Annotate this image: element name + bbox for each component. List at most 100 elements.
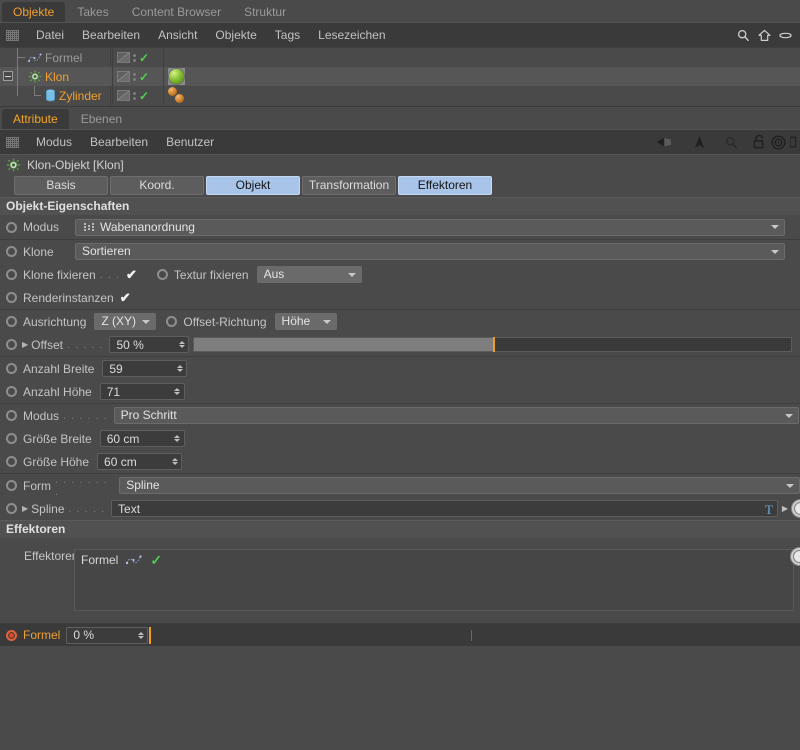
radio-klone[interactable] bbox=[6, 246, 17, 257]
spinner-anzahl-breite[interactable] bbox=[175, 365, 184, 372]
link-field-spline[interactable]: Text T bbox=[111, 500, 778, 517]
dropdown-modus-schritt[interactable]: Pro Schritt bbox=[114, 407, 799, 424]
tree-tags-klon[interactable]: ✓ bbox=[112, 67, 164, 86]
drag-grip-icon[interactable] bbox=[6, 137, 19, 148]
tree-item-zylinder[interactable]: Zylinder bbox=[0, 86, 112, 105]
menu-lesezeichen[interactable]: Lesezeichen bbox=[309, 23, 394, 47]
radio-modus-schritt[interactable] bbox=[6, 410, 17, 421]
radio-textur-fixieren[interactable] bbox=[157, 269, 168, 280]
menu-tags[interactable]: Tags bbox=[266, 23, 309, 47]
dropdown-offset-richtung[interactable]: Höhe bbox=[275, 313, 337, 330]
radio-spline[interactable] bbox=[6, 503, 17, 514]
search-icon[interactable] bbox=[722, 133, 740, 151]
radio-anzahl-hoehe[interactable] bbox=[6, 386, 17, 397]
radio-modus[interactable] bbox=[6, 222, 17, 233]
radio-form[interactable] bbox=[6, 480, 17, 491]
up-arrow-icon[interactable] bbox=[690, 133, 708, 151]
input-groesse-breite[interactable]: 60 cm bbox=[100, 430, 185, 447]
tab-ebenen[interactable]: Ebenen bbox=[70, 109, 133, 129]
checkbox-renderinstanzen[interactable]: ✔ bbox=[120, 291, 131, 304]
spinner-formel[interactable] bbox=[136, 632, 145, 639]
tree-tags-zylinder[interactable]: ✓ bbox=[112, 86, 164, 105]
tab-struktur[interactable]: Struktur bbox=[233, 2, 297, 22]
menu-modus[interactable]: Modus bbox=[27, 130, 81, 154]
material-tag-green[interactable] bbox=[168, 68, 185, 85]
spline-expand-arrow-icon[interactable]: ▶ bbox=[780, 504, 790, 513]
spinner-groesse-breite[interactable] bbox=[173, 435, 182, 442]
dropdown-form[interactable]: Spline bbox=[119, 477, 800, 494]
menu-objekte[interactable]: Objekte bbox=[206, 23, 265, 47]
dropdown-ausrichtung[interactable]: Z (XY) bbox=[94, 313, 156, 330]
radio-ausrichtung[interactable] bbox=[6, 316, 17, 327]
enable-check-icon[interactable]: ✓ bbox=[139, 90, 149, 102]
row-offset: ▶ Offset . . . . . 50 % bbox=[0, 333, 800, 356]
expand-arrow-icon[interactable]: ▶ bbox=[22, 340, 28, 349]
enable-check-icon[interactable]: ✓ bbox=[139, 71, 149, 83]
checkbox-klone-fixieren[interactable]: ✔ bbox=[126, 268, 137, 281]
radio-renderinstanzen[interactable] bbox=[6, 292, 17, 303]
label-effektoren-field: Effektoren bbox=[24, 549, 78, 563]
menu-bearbeiten[interactable]: Bearbeiten bbox=[73, 23, 149, 47]
slider-offset[interactable] bbox=[193, 337, 792, 352]
radio-offset[interactable] bbox=[6, 339, 17, 350]
radio-formel[interactable] bbox=[6, 630, 17, 641]
menu-ansicht[interactable]: Ansicht bbox=[149, 23, 206, 47]
tab-objekte[interactable]: Objekte bbox=[2, 2, 65, 22]
tree-row-zylinder[interactable]: Zylinder ✓ bbox=[0, 86, 800, 105]
dropdown-klone[interactable]: Sortieren bbox=[75, 243, 785, 260]
tree-item-formel[interactable]: Formel bbox=[0, 48, 112, 67]
input-anzahl-hoehe[interactable]: 71 bbox=[100, 383, 185, 400]
effektoren-list-item[interactable]: Formel ✓ bbox=[75, 550, 793, 570]
tree-materials-zylinder[interactable] bbox=[164, 86, 190, 105]
spinner-groesse-hoehe[interactable] bbox=[170, 458, 179, 465]
enable-check-icon[interactable]: ✓ bbox=[139, 52, 149, 64]
mode-tab-basis[interactable]: Basis bbox=[14, 176, 108, 195]
input-offset[interactable]: 50 % bbox=[109, 336, 189, 353]
slider-formel[interactable] bbox=[149, 628, 798, 643]
radio-offset-richtung[interactable] bbox=[166, 316, 177, 327]
tab-content-browser[interactable]: Content Browser bbox=[121, 2, 232, 22]
search-icon[interactable] bbox=[734, 26, 752, 44]
mode-tab-effektoren[interactable]: Effektoren bbox=[398, 176, 492, 195]
input-anzahl-breite[interactable]: 59 bbox=[102, 360, 187, 377]
target-icon[interactable] bbox=[769, 133, 787, 151]
ellipse-icon[interactable] bbox=[776, 26, 794, 44]
menu-benutzer[interactable]: Benutzer bbox=[157, 130, 223, 154]
radio-klone-fixieren[interactable] bbox=[6, 269, 17, 280]
spinner-anzahl-hoehe[interactable] bbox=[173, 388, 182, 395]
mode-tab-objekt[interactable]: Objekt bbox=[206, 176, 300, 195]
expand-arrow-icon[interactable]: ▶ bbox=[22, 504, 28, 513]
drag-grip-icon[interactable] bbox=[6, 30, 19, 41]
home-icon[interactable] bbox=[755, 26, 773, 44]
mode-tab-transformation[interactable]: Transformation bbox=[302, 176, 396, 195]
input-groesse-hoehe[interactable]: 60 cm bbox=[97, 453, 182, 470]
tree-row-klon[interactable]: Klon ✓ bbox=[0, 67, 800, 86]
tree-tags-formel[interactable]: ✓ bbox=[112, 48, 164, 67]
radio-anzahl-breite[interactable] bbox=[6, 363, 17, 374]
menu-datei[interactable]: Datei bbox=[27, 23, 73, 47]
menu-icon[interactable] bbox=[790, 133, 798, 151]
dropdown-textur-fixieren[interactable]: Aus bbox=[257, 266, 362, 283]
effektor-enabled-check-icon[interactable]: ✓ bbox=[150, 553, 162, 567]
tree-materials-klon[interactable] bbox=[164, 67, 185, 86]
lock-icon[interactable] bbox=[750, 133, 768, 151]
tree-row-formel[interactable]: Formel ✓ bbox=[0, 48, 800, 67]
tree-item-klon[interactable]: Klon bbox=[0, 67, 112, 86]
tab-takes[interactable]: Takes bbox=[66, 2, 119, 22]
back-arrow-icon[interactable] bbox=[656, 133, 674, 151]
object-tree[interactable]: Formel ✓ bbox=[0, 47, 800, 106]
radio-groesse-breite[interactable] bbox=[6, 433, 17, 444]
mode-tab-koord[interactable]: Koord. bbox=[110, 176, 204, 195]
tag-dots-icon[interactable] bbox=[133, 54, 136, 62]
tag-dots-icon[interactable] bbox=[133, 73, 136, 81]
expand-toggle-klon[interactable] bbox=[3, 71, 13, 81]
effektoren-list[interactable]: Formel ✓ bbox=[74, 549, 794, 611]
radio-groesse-hoehe[interactable] bbox=[6, 456, 17, 467]
spline-picker-button[interactable] bbox=[791, 499, 800, 518]
dropdown-modus[interactable]: Wabenanordnung bbox=[75, 219, 785, 236]
menu-bearbeiten[interactable]: Bearbeiten bbox=[81, 130, 157, 154]
tab-attribute[interactable]: Attribute bbox=[2, 109, 69, 129]
input-formel[interactable]: 0 % bbox=[66, 627, 148, 644]
tag-dots-icon[interactable] bbox=[133, 92, 136, 100]
spinner-offset[interactable] bbox=[177, 341, 186, 348]
